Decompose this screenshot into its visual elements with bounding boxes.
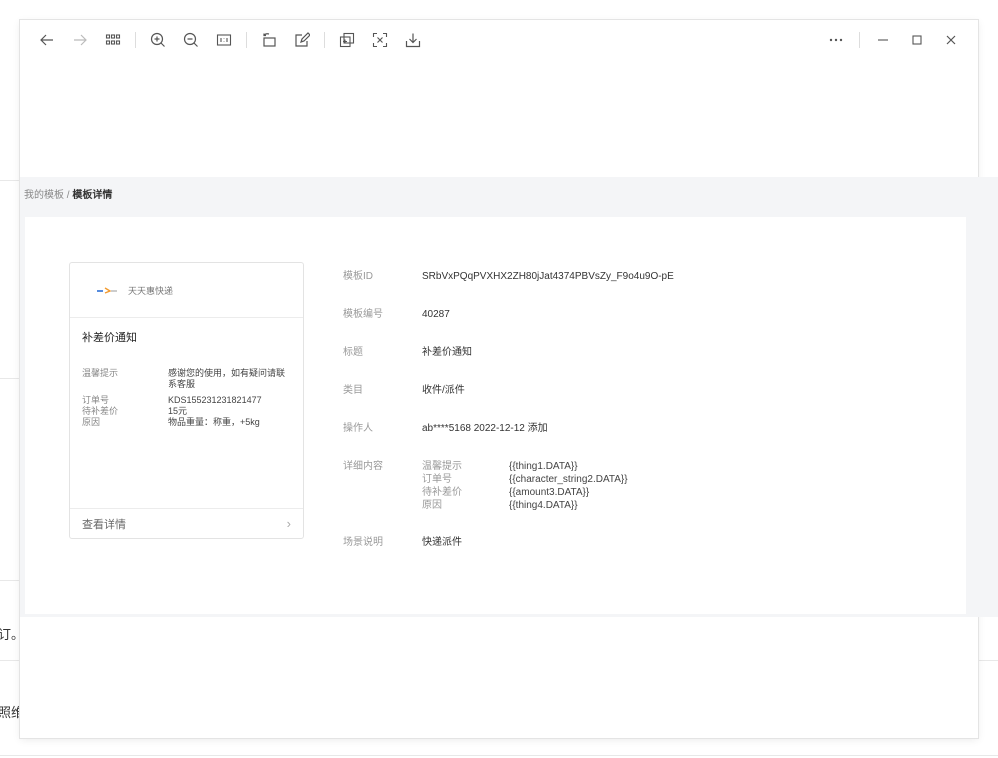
detail-row-operator: 操作人 ab****5168 2022-12-12 添加 bbox=[343, 422, 943, 436]
breadcrumb-parent[interactable]: 我的模板 bbox=[24, 190, 64, 201]
download-button[interactable] bbox=[402, 29, 424, 51]
detail-label: 模板ID bbox=[343, 271, 373, 282]
edit-icon bbox=[295, 32, 310, 47]
detail-row-content: 详细内容 温馨提示 {{thing1.DATA}} 订单号 {{characte… bbox=[343, 460, 943, 512]
actual-size-icon bbox=[216, 34, 232, 46]
toolbar-separator bbox=[246, 32, 247, 48]
extract-text-icon bbox=[372, 32, 388, 48]
card-field-value: 感谢您的使用，如有疑问请联系客服 bbox=[168, 368, 286, 389]
more-icon bbox=[829, 38, 843, 42]
card-brand-name: 天天惠快递 bbox=[128, 285, 174, 296]
detail-content-lines: 温馨提示 {{thing1.DATA}} 订单号 {{character_str… bbox=[422, 460, 943, 512]
view-details-label: 查看详情 bbox=[82, 518, 126, 531]
detail-value: SRbVxPQqPVXHX2ZH80jJat4374PBVsZy_F9o4u9O… bbox=[422, 271, 674, 282]
detail-label: 详细内容 bbox=[343, 461, 383, 472]
content-placeholder: {{thing4.DATA}} bbox=[509, 500, 578, 511]
download-icon bbox=[405, 33, 421, 48]
detail-panel: 天天惠快递 补差价通知 温馨提示 感谢您的使用，如有疑问请联系客服 订单号 KD… bbox=[25, 217, 966, 614]
more-button[interactable] bbox=[825, 29, 847, 51]
card-fields: 温馨提示 感谢您的使用，如有疑问请联系客服 订单号 KDS15523123182… bbox=[82, 368, 292, 428]
content-placeholder: {{amount3.DATA}} bbox=[509, 487, 590, 498]
template-details: 模板ID SRbVxPQqPVXHX2ZH80jJat4374PBVsZy_F9… bbox=[343, 270, 943, 574]
forward-button[interactable] bbox=[69, 29, 91, 51]
content-key: 订单号 bbox=[422, 474, 452, 485]
card-header: 天天惠快递 bbox=[70, 263, 303, 318]
detail-row-title: 标题 补差价通知 bbox=[343, 346, 943, 360]
extract-text-button[interactable] bbox=[369, 29, 391, 51]
toolbar-separator bbox=[324, 32, 325, 48]
card-field-key: 温馨提示 bbox=[82, 368, 119, 378]
image-viewer-window: 我的模板 / 模板详情 天天惠快递 补差价通知 温馨提示 感谢您的使用，如有疑问… bbox=[20, 20, 998, 738]
detail-row-category: 类目 收件/派件 bbox=[343, 384, 943, 398]
arrow-right-icon bbox=[74, 34, 87, 46]
viewer-toolbar bbox=[20, 20, 978, 60]
back-button[interactable] bbox=[36, 29, 58, 51]
brand-logo-icon bbox=[96, 285, 118, 295]
content-line: 订单号 {{character_string2.DATA}} bbox=[422, 473, 943, 486]
copy-button[interactable] bbox=[336, 29, 358, 51]
content-line: 原因 {{thing4.DATA}} bbox=[422, 499, 943, 512]
detail-label: 场景说明 bbox=[343, 537, 383, 548]
maximize-button[interactable] bbox=[906, 29, 928, 51]
breadcrumb: 我的模板 / 模板详情 bbox=[24, 186, 112, 201]
template-detail-page: 我的模板 / 模板详情 天天惠快递 补差价通知 温馨提示 感谢您的使用，如有疑问… bbox=[20, 177, 998, 617]
message-preview-card: 天天惠快递 补差价通知 温馨提示 感谢您的使用，如有疑问请联系客服 订单号 KD… bbox=[69, 262, 304, 539]
card-field-row: 订单号 KDS155231231821477 bbox=[82, 395, 292, 406]
detail-label: 类目 bbox=[343, 385, 363, 396]
actual-size-button[interactable] bbox=[213, 29, 235, 51]
detail-value: ab****5168 2022-12-12 添加 bbox=[422, 423, 548, 434]
detail-value: 40287 bbox=[422, 309, 450, 320]
detail-row-template-no: 模板编号 40287 bbox=[343, 308, 943, 322]
detail-label: 标题 bbox=[343, 347, 363, 358]
card-field-value: 物品重量：称重，+5kg bbox=[168, 417, 260, 427]
card-field-row: 温馨提示 感谢您的使用，如有疑问请联系客服 bbox=[82, 368, 292, 390]
close-button[interactable] bbox=[940, 29, 962, 51]
zoom-in-icon bbox=[150, 32, 165, 47]
content-key: 温馨提示 bbox=[422, 461, 462, 472]
detail-row-scene: 场景说明 快递派件 bbox=[343, 536, 943, 550]
content-placeholder: {{character_string2.DATA}} bbox=[509, 474, 628, 485]
card-field-row: 原因 物品重量：称重，+5kg bbox=[82, 417, 292, 428]
detail-label: 操作人 bbox=[343, 423, 373, 434]
card-field-row: 待补差价 15元 bbox=[82, 406, 292, 417]
content-line: 温馨提示 {{thing1.DATA}} bbox=[422, 460, 943, 473]
maximize-icon bbox=[912, 35, 922, 45]
grid-view-button[interactable] bbox=[102, 29, 124, 51]
zoom-out-icon bbox=[183, 32, 198, 47]
toolbar-separator bbox=[135, 32, 136, 48]
detail-row-template-id: 模板ID SRbVxPQqPVXHX2ZH80jJat4374PBVsZy_F9… bbox=[343, 270, 943, 284]
minimize-icon bbox=[878, 39, 888, 41]
card-title: 补差价通知 bbox=[82, 332, 137, 344]
background-divider bbox=[0, 755, 998, 756]
arrow-left-icon bbox=[40, 34, 53, 46]
zoom-out-button[interactable] bbox=[180, 29, 202, 51]
detail-value: 快递派件 bbox=[422, 537, 462, 548]
edit-button[interactable] bbox=[291, 29, 313, 51]
window-controls bbox=[813, 29, 962, 51]
content-line: 待补差价 {{amount3.DATA}} bbox=[422, 486, 943, 499]
view-details-link[interactable]: 查看详情 › bbox=[70, 508, 303, 538]
close-icon bbox=[946, 35, 956, 45]
grid-icon bbox=[105, 34, 121, 45]
card-field-key: 原因 bbox=[82, 417, 101, 427]
rotate-button[interactable] bbox=[258, 29, 280, 51]
breadcrumb-current: 模板详情 bbox=[72, 190, 113, 201]
toolbar-separator bbox=[859, 32, 860, 48]
content-key: 原因 bbox=[422, 500, 442, 511]
card-field-value: KDS155231231821477 bbox=[168, 395, 262, 405]
content-placeholder: {{thing1.DATA}} bbox=[509, 461, 578, 472]
minimize-button[interactable] bbox=[872, 29, 894, 51]
rotate-icon bbox=[263, 33, 276, 47]
detail-label: 模板编号 bbox=[343, 309, 383, 320]
content-key: 待补差价 bbox=[422, 487, 462, 498]
card-field-value: 15元 bbox=[168, 406, 188, 416]
zoom-in-button[interactable] bbox=[147, 29, 169, 51]
card-field-key: 待补差价 bbox=[82, 406, 119, 416]
card-field-key: 订单号 bbox=[82, 395, 110, 405]
detail-value: 补差价通知 bbox=[422, 347, 472, 358]
copy-icon bbox=[339, 32, 355, 48]
chevron-right-icon: › bbox=[286, 516, 291, 531]
detail-value: 收件/派件 bbox=[422, 385, 465, 396]
